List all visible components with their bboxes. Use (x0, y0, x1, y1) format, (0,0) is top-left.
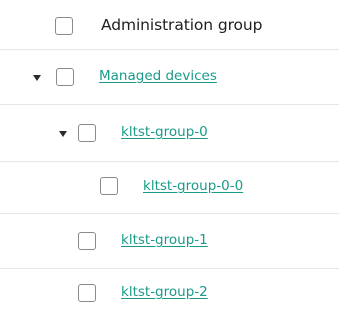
row-checkbox[interactable] (100, 177, 118, 195)
column-header-administration-group: Administration group (101, 16, 263, 34)
row-checkbox[interactable] (78, 284, 96, 302)
row-checkbox[interactable] (78, 232, 96, 250)
row-checkbox[interactable] (56, 68, 74, 86)
table-row: kltst-group-1 (0, 214, 339, 269)
expand-chevron-down-icon[interactable] (33, 75, 41, 81)
administration-group-tree: Administration group Managed devices klt… (0, 0, 339, 313)
group-link-kltst-group-2[interactable]: kltst-group-2 (121, 284, 208, 300)
table-row: Managed devices (0, 50, 339, 105)
expand-chevron-down-icon[interactable] (59, 131, 67, 137)
group-link-kltst-group-1[interactable]: kltst-group-1 (121, 232, 208, 248)
table-row: kltst-group-2 (0, 269, 339, 313)
group-link-kltst-group-0-0[interactable]: kltst-group-0-0 (143, 178, 243, 194)
group-link-kltst-group-0[interactable]: kltst-group-0 (121, 124, 208, 140)
table-header: Administration group (0, 0, 339, 50)
row-checkbox[interactable] (78, 124, 96, 142)
group-link-managed-devices[interactable]: Managed devices (99, 68, 217, 84)
table-row: kltst-group-0-0 (0, 162, 339, 214)
select-all-checkbox[interactable] (55, 17, 73, 35)
table-row: kltst-group-0 (0, 105, 339, 162)
